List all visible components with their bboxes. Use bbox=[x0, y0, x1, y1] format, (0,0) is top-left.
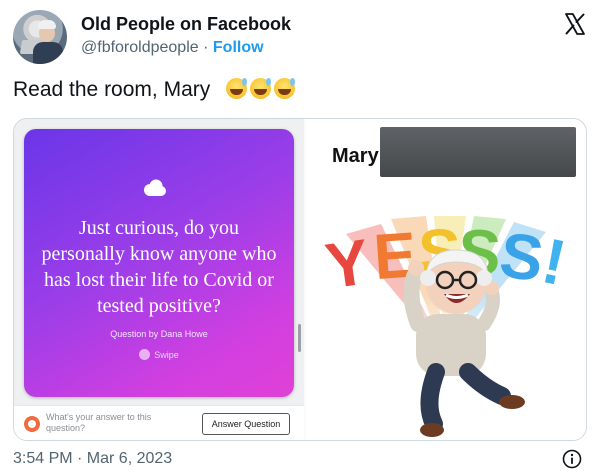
question-author: Question by Dana Howe bbox=[110, 329, 208, 339]
grinning-sweat-emoji bbox=[250, 78, 272, 99]
tweet-timestamp[interactable]: 3:54 PM · Mar 6, 2023 bbox=[13, 450, 172, 468]
swipe-hint[interactable]: Swipe bbox=[24, 349, 294, 360]
answer-bar: What's your answer to this question? Ans… bbox=[14, 405, 304, 440]
grinning-sweat-emoji bbox=[274, 78, 296, 99]
thought-bubble-icon bbox=[144, 179, 166, 196]
question-card: Just curious, do you personally know any… bbox=[24, 129, 294, 397]
yesss-sticker: Y E S S S ! bbox=[306, 215, 586, 437]
swipe-icon bbox=[139, 349, 151, 360]
answer-input[interactable]: What's your answer to this question? bbox=[46, 412, 186, 434]
story-screenshot: Just curious, do you personally know any… bbox=[14, 119, 304, 440]
tweet-body: Read the room, Mary bbox=[13, 78, 211, 101]
question-text: Just curious, do you personally know any… bbox=[41, 217, 277, 317]
swipe-label: Swipe bbox=[154, 350, 179, 360]
info-icon[interactable] bbox=[562, 449, 582, 469]
handle-row: @fbforoldpeople · Follow bbox=[81, 39, 264, 57]
tweet-header: Old People on Facebook @fbforoldpeople ·… bbox=[13, 10, 587, 66]
answer-question-button[interactable]: Answer Question bbox=[202, 413, 290, 435]
tweet-text: Read the room, Mary bbox=[13, 78, 296, 102]
grinning-sweat-emoji bbox=[226, 78, 248, 99]
follow-button[interactable]: Follow bbox=[213, 39, 264, 56]
separator-dot: · bbox=[203, 39, 209, 56]
account-name[interactable]: Old People on Facebook bbox=[81, 14, 291, 35]
tweet-media[interactable]: Just curious, do you personally know any… bbox=[13, 118, 587, 441]
avatar[interactable] bbox=[13, 10, 67, 64]
meme-name: Mary bbox=[332, 145, 379, 167]
scrollbar[interactable] bbox=[298, 324, 301, 352]
redacted-box bbox=[380, 127, 576, 177]
x-logo-icon[interactable] bbox=[563, 12, 587, 36]
comment-icon bbox=[24, 416, 40, 432]
yesss-meme: Mary Y E S S S ! bbox=[306, 119, 586, 440]
account-handle[interactable]: @fbforoldpeople bbox=[81, 39, 199, 56]
